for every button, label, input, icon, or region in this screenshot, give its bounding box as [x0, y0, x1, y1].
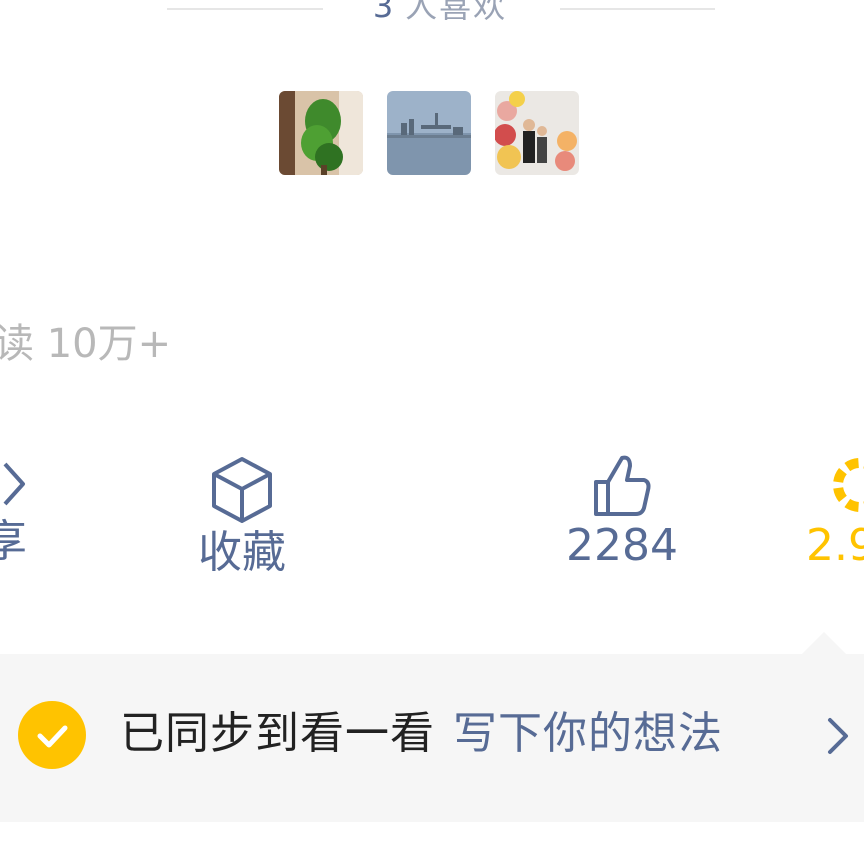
likes-divider-right [560, 8, 715, 10]
liker-avatars [279, 91, 579, 175]
write-thoughts-link[interactable]: 写下你的想法 [453, 708, 723, 759]
share-button[interactable]: 享 [0, 458, 40, 570]
wow-count: 2.9 [806, 520, 864, 571]
favorite-button[interactable]: 收藏 [190, 455, 294, 581]
check-icon [18, 701, 86, 769]
star-icon [833, 458, 864, 512]
sync-status: 已同步到看一看 [120, 708, 435, 759]
likes-header: 3 人喜欢 [340, 0, 540, 28]
likes-count: 3 [372, 0, 396, 25]
wow-button[interactable]: 2.9 [800, 452, 864, 574]
likes-divider-left [167, 8, 323, 10]
like-button[interactable]: 2284 [560, 452, 684, 574]
cube-icon [212, 457, 272, 523]
sync-bar-pointer [802, 632, 846, 654]
avatar-plant[interactable] [279, 91, 363, 175]
favorite-label: 收藏 [198, 527, 286, 578]
likes-label: 人喜欢 [405, 0, 508, 25]
share-icon [3, 462, 25, 506]
avatar-balloon-party[interactable] [495, 91, 579, 175]
share-label: 享 [0, 516, 27, 567]
thumbs-up-icon [594, 455, 651, 516]
sync-message: 已同步到看一看 写下你的想法 [120, 706, 723, 762]
like-count: 2284 [566, 520, 678, 571]
chevron-right-icon[interactable] [822, 714, 852, 758]
avatar-city-lake[interactable] [387, 91, 471, 175]
read-count: 读 10万+ [0, 321, 172, 367]
